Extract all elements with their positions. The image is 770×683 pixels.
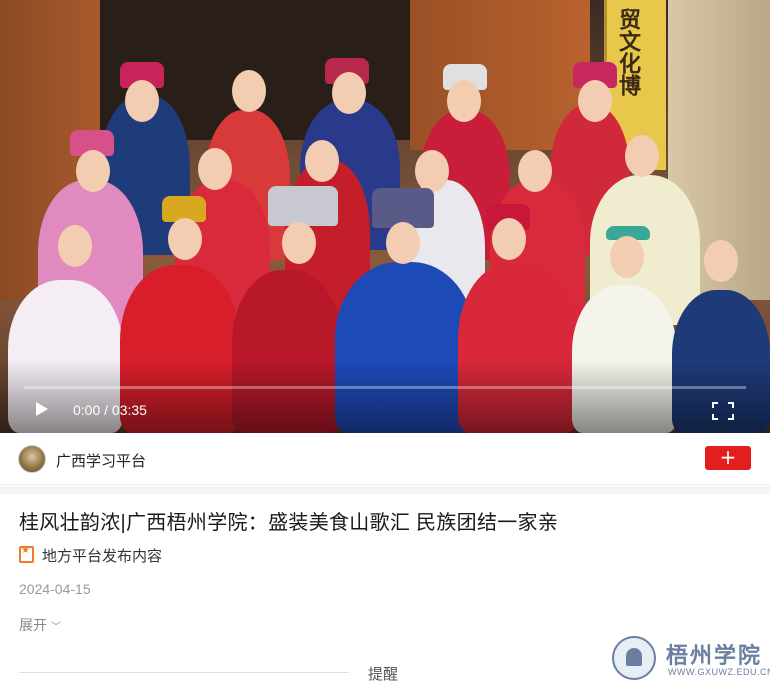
author-bar: 广西学习平台 +: [0, 433, 770, 485]
publish-date: 2024-04-15: [19, 581, 91, 597]
current-time: 0:00: [73, 402, 101, 418]
avatar[interactable]: [18, 445, 46, 473]
university-seal-icon: [612, 636, 656, 680]
reminder-label: 提醒: [368, 666, 399, 683]
author-name[interactable]: 广西学习平台: [56, 450, 146, 471]
duration: 03:35: [111, 402, 147, 418]
video-player[interactable]: 贸文化博 0:00 / 03:35: [0, 0, 770, 433]
source-label: 地方平台发布内容: [42, 548, 163, 565]
progress-bar[interactable]: [24, 386, 746, 389]
expand-label: 展开: [19, 617, 47, 633]
chevron-down-icon: ﹀: [51, 622, 61, 633]
watermark-name: 梧州学院: [666, 643, 763, 669]
follow-button[interactable]: +: [705, 446, 751, 470]
watermark-url: WWW.GXUWZ.EDU.CN: [668, 667, 770, 677]
section-divider: [0, 486, 770, 494]
badge-star-icon: [19, 545, 34, 563]
play-icon[interactable]: [36, 402, 48, 416]
time-display: 0:00 / 03:35: [73, 402, 147, 418]
reminder-divider: [19, 672, 349, 673]
fullscreen-icon[interactable]: [712, 402, 734, 420]
watermark: 梧州学院 WWW.GXUWZ.EDU.CN: [612, 636, 770, 680]
article-title: 桂风壮韵浓|广西梧州学院：盛装美食山歌汇 民族团结一家亲: [19, 512, 559, 534]
expand-button[interactable]: 展开 ﹀: [19, 615, 61, 635]
time-separator: /: [100, 402, 112, 418]
controls-scrim: [0, 360, 770, 433]
